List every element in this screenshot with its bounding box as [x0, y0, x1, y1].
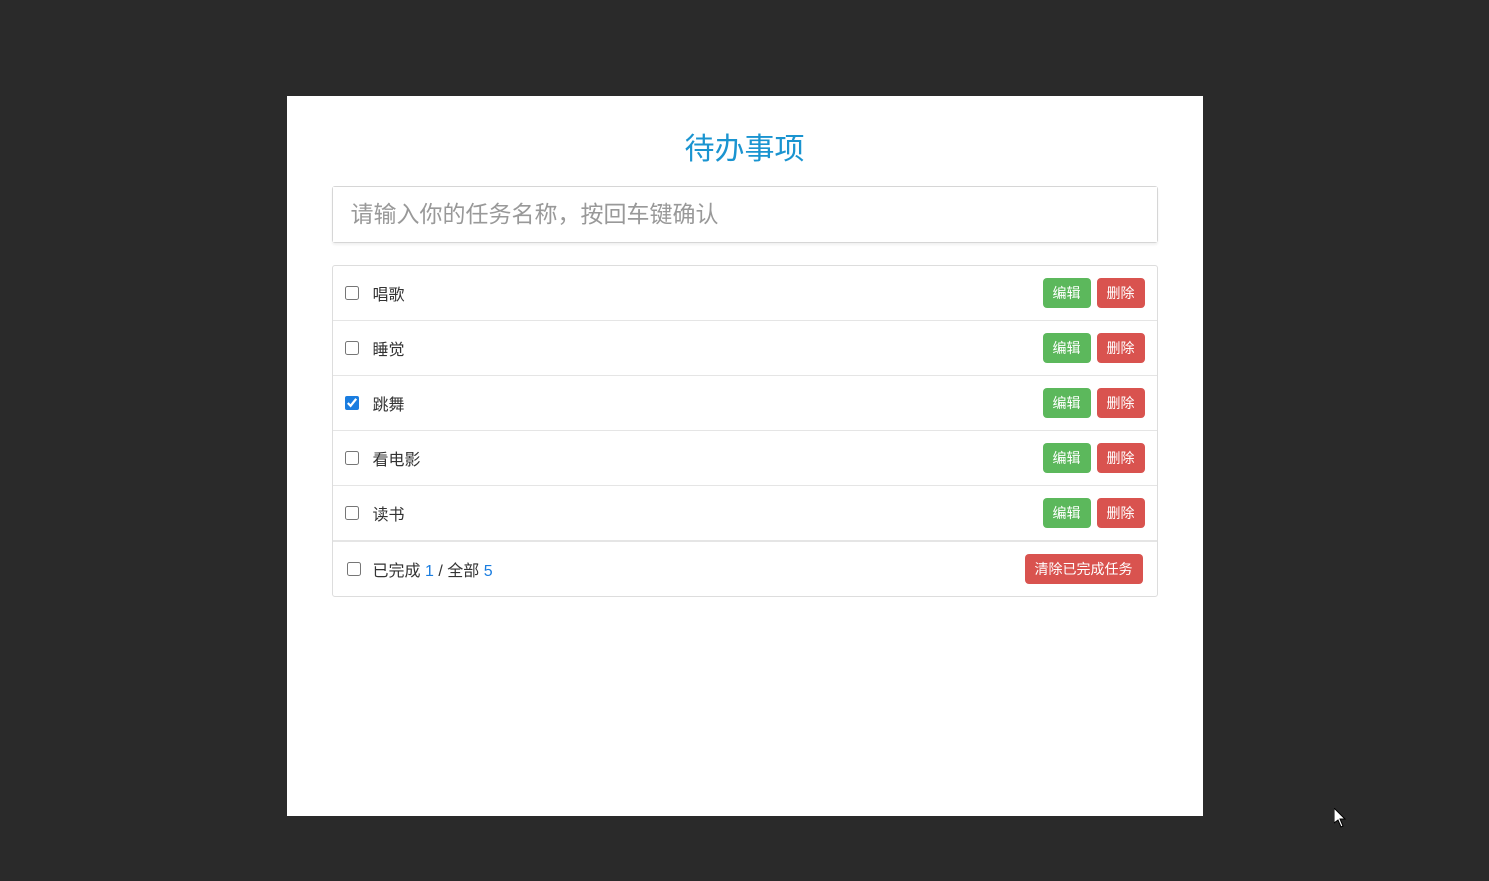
edit-button[interactable]: 编辑 [1043, 443, 1091, 473]
task-label: 睡觉 [373, 336, 1037, 360]
task-row: 跳舞 编辑 删除 [333, 376, 1157, 431]
delete-button[interactable]: 删除 [1097, 333, 1145, 363]
delete-button[interactable]: 删除 [1097, 278, 1145, 308]
task-label: 看电影 [373, 446, 1037, 470]
total-prefix: 全部 [447, 563, 479, 580]
delete-button[interactable]: 删除 [1097, 443, 1145, 473]
select-all-checkbox[interactable] [347, 562, 361, 576]
task-row: 睡觉 编辑 删除 [333, 321, 1157, 376]
done-prefix: 已完成 [373, 563, 421, 580]
task-row: 看电影 编辑 删除 [333, 431, 1157, 486]
task-label: 唱歌 [373, 281, 1037, 305]
task-checkbox[interactable] [345, 506, 359, 520]
edit-button[interactable]: 编辑 [1043, 388, 1091, 418]
total-count: 5 [484, 563, 493, 580]
task-checkbox[interactable] [345, 341, 359, 355]
footer-sep: / [438, 563, 447, 580]
task-checkbox[interactable] [345, 286, 359, 300]
delete-button[interactable]: 删除 [1097, 388, 1145, 418]
edit-button[interactable]: 编辑 [1043, 278, 1091, 308]
app-container: 待办事项 唱歌 编辑 删除 睡觉 编辑 删除 跳舞 编辑 删除 看电影 编辑 删… [287, 96, 1203, 816]
edit-button[interactable]: 编辑 [1043, 498, 1091, 528]
task-row: 读书 编辑 删除 [333, 486, 1157, 541]
task-input-container [332, 186, 1158, 243]
task-row: 唱歌 编辑 删除 [333, 266, 1157, 321]
footer-status: 已完成 1 / 全部 5 [373, 557, 1025, 581]
task-label: 读书 [373, 501, 1037, 525]
task-label: 跳舞 [373, 391, 1037, 415]
task-list: 唱歌 编辑 删除 睡觉 编辑 删除 跳舞 编辑 删除 看电影 编辑 删除 读书 … [332, 265, 1158, 597]
done-count: 1 [425, 563, 434, 580]
task-input[interactable] [333, 187, 1157, 242]
task-checkbox[interactable] [345, 451, 359, 465]
cursor-icon [1334, 808, 1348, 828]
edit-button[interactable]: 编辑 [1043, 333, 1091, 363]
delete-button[interactable]: 删除 [1097, 498, 1145, 528]
task-checkbox[interactable] [345, 396, 359, 410]
clear-completed-button[interactable]: 清除已完成任务 [1025, 554, 1143, 584]
page-title: 待办事项 [332, 124, 1158, 168]
footer-row: 已完成 1 / 全部 5 清除已完成任务 [333, 541, 1157, 596]
